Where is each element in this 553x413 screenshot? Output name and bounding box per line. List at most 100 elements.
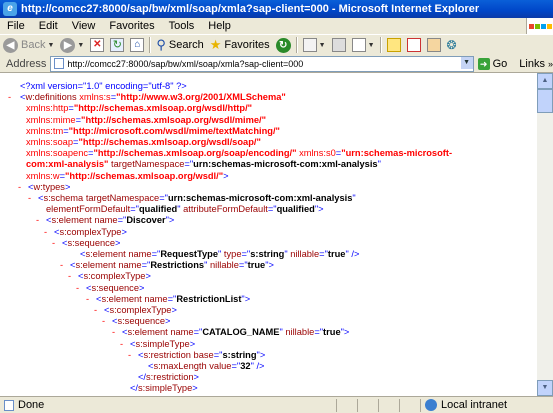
security-zone[interactable]: Local intranet (420, 398, 507, 412)
edit-button[interactable]: ▼ (349, 36, 378, 54)
collapse-toggle[interactable]: - (112, 327, 115, 338)
print-button[interactable] (329, 36, 349, 54)
xml-token: qualified (276, 204, 315, 215)
collapse-toggle[interactable]: - (76, 283, 79, 294)
back-dropdown-icon[interactable]: ▼ (47, 42, 54, 49)
forward-dropdown-icon[interactable]: ▼ (77, 42, 84, 49)
xml-token: qualified (138, 204, 178, 215)
address-dropdown-icon[interactable]: ▼ (460, 56, 473, 69)
menu-tools[interactable]: Tools (162, 20, 202, 32)
vertical-scrollbar[interactable]: ▲ ▼ (537, 73, 553, 396)
xml-line: xmlns:http="http://schemas.xmlsoap.org/w… (0, 103, 537, 114)
xml-token: s:element (101, 293, 142, 304)
mail-button[interactable]: ▼ (300, 36, 329, 54)
links-button[interactable]: Links » (519, 58, 553, 70)
back-button[interactable]: ◀ Back ▼ (0, 36, 57, 54)
menu-favorites[interactable]: Favorites (102, 20, 161, 32)
xml-token: w:definitions (25, 92, 77, 103)
xml-token: s:sequence (67, 237, 115, 248)
xml-line: - <s:complexType> (0, 305, 537, 316)
forward-button[interactable]: ▶ ▼ (57, 36, 87, 54)
tools-extra-button[interactable]: ❂ (444, 36, 460, 54)
xml-token: true (327, 249, 346, 260)
collapse-toggle[interactable]: - (44, 227, 47, 238)
refresh-button[interactable]: ↻ (107, 36, 127, 54)
xml-line: - <s:simpleType> (0, 339, 537, 350)
xml-token: > (193, 372, 199, 383)
address-input[interactable] (67, 58, 468, 69)
xml-token: name (141, 293, 168, 304)
xml-token: "> (256, 349, 266, 360)
stop-button[interactable]: ✕ (87, 36, 107, 54)
research-button[interactable] (404, 36, 424, 54)
discuss-button[interactable] (384, 36, 404, 54)
internet-explorer-icon: e (3, 2, 17, 16)
home-button[interactable]: ⌂ (127, 36, 147, 54)
menu-edit[interactable]: Edit (32, 20, 65, 32)
collapse-toggle[interactable]: - (86, 294, 89, 305)
xml-line: xmlns:tm="http://microsoft.com/wsdl/mime… (0, 126, 537, 137)
messenger-button[interactable] (424, 36, 444, 54)
search-button[interactable]: ⚲ Search (153, 36, 206, 54)
collapse-toggle[interactable]: - (52, 238, 55, 249)
xml-token: CATALOG_NAME (202, 327, 280, 338)
xml-token: s:simpleType (138, 383, 193, 394)
go-button[interactable]: ➜ Go (477, 57, 508, 70)
collapse-toggle[interactable]: - (8, 92, 11, 103)
page-icon (54, 58, 65, 69)
xml-token: s:maxLength (153, 361, 207, 372)
edit-dropdown-icon[interactable]: ▼ (368, 42, 375, 49)
history-button[interactable]: ↻ (273, 36, 294, 54)
xml-line: - <s:sequence> (0, 238, 537, 249)
menu-help[interactable]: Help (201, 20, 238, 32)
xml-token: "http://schemas.xmlsoap.org/wsdl/mime/" (81, 114, 267, 125)
xml-token: nillable (287, 249, 320, 260)
scroll-up-icon[interactable]: ▲ (537, 73, 553, 89)
messenger-icon (426, 38, 441, 52)
collapse-toggle[interactable]: - (102, 316, 105, 327)
xml-token: s:complexType (109, 305, 172, 316)
collapse-toggle[interactable]: - (36, 215, 39, 226)
xml-token: " /> (345, 249, 360, 260)
xml-token: xmlns:w (26, 170, 60, 181)
favorites-button[interactable]: ★ Favorites (207, 36, 273, 54)
collapse-toggle[interactable]: - (120, 339, 123, 350)
menu-file[interactable]: File (0, 20, 32, 32)
menu-view[interactable]: View (65, 20, 103, 32)
mail-icon (302, 38, 317, 52)
collapse-toggle[interactable]: - (60, 260, 63, 271)
go-label: Go (492, 57, 508, 70)
collapse-toggle[interactable]: - (18, 182, 21, 193)
xml-line: - <s:sequence> (0, 316, 537, 327)
xml-line: </s:simpleType> (0, 383, 537, 394)
collapse-toggle[interactable]: - (128, 350, 131, 361)
mail-dropdown-icon[interactable]: ▼ (319, 42, 326, 49)
collapse-toggle[interactable]: - (68, 271, 71, 282)
toolbar-separator (379, 37, 382, 53)
back-label: Back (21, 39, 46, 51)
collapse-toggle[interactable]: - (94, 305, 97, 316)
xml-token: targetNamespace (83, 193, 160, 204)
scroll-thumb[interactable] (537, 89, 553, 113)
status-text-area: Done (0, 399, 334, 411)
xml-line: - <s:complexType> (0, 227, 537, 238)
xml-token: <?xml version="1.0" encoding="utf-8" ?> (20, 81, 187, 91)
xml-token: "http://www.w3.org/2001/XMLSchema" (116, 92, 286, 103)
xml-token: " (377, 159, 381, 170)
links-label: Links (519, 57, 545, 70)
xml-line: elementFormDefault="qualified" attribute… (0, 204, 537, 215)
xml-line: - <s:complexType> (0, 271, 537, 282)
scroll-down-icon[interactable]: ▼ (537, 380, 553, 396)
xml-token: com:xml-analysis" (26, 159, 109, 170)
xml-token: "urn:schemas-microsoft- (341, 148, 453, 159)
xml-token: base (190, 349, 214, 360)
window-titlebar[interactable]: e http://comcc27:8000/sap/bw/xml/soap/xm… (0, 0, 553, 18)
xml-token: nillable (207, 260, 239, 271)
xml-token: =" (130, 204, 139, 215)
xml-line: - <s:restriction base="s:string"> (0, 350, 537, 361)
xml-token: "http://microsoft.com/wsdl/mime/textMatc… (68, 125, 280, 136)
collapse-toggle[interactable]: - (28, 193, 31, 204)
address-field[interactable]: ▼ (50, 55, 474, 72)
home-icon: ⌂ (130, 38, 145, 52)
standard-toolbar: ◀ Back ▼ ▶ ▼ ✕ ↻ ⌂ ⚲ Search ★ Favorites … (0, 34, 553, 56)
